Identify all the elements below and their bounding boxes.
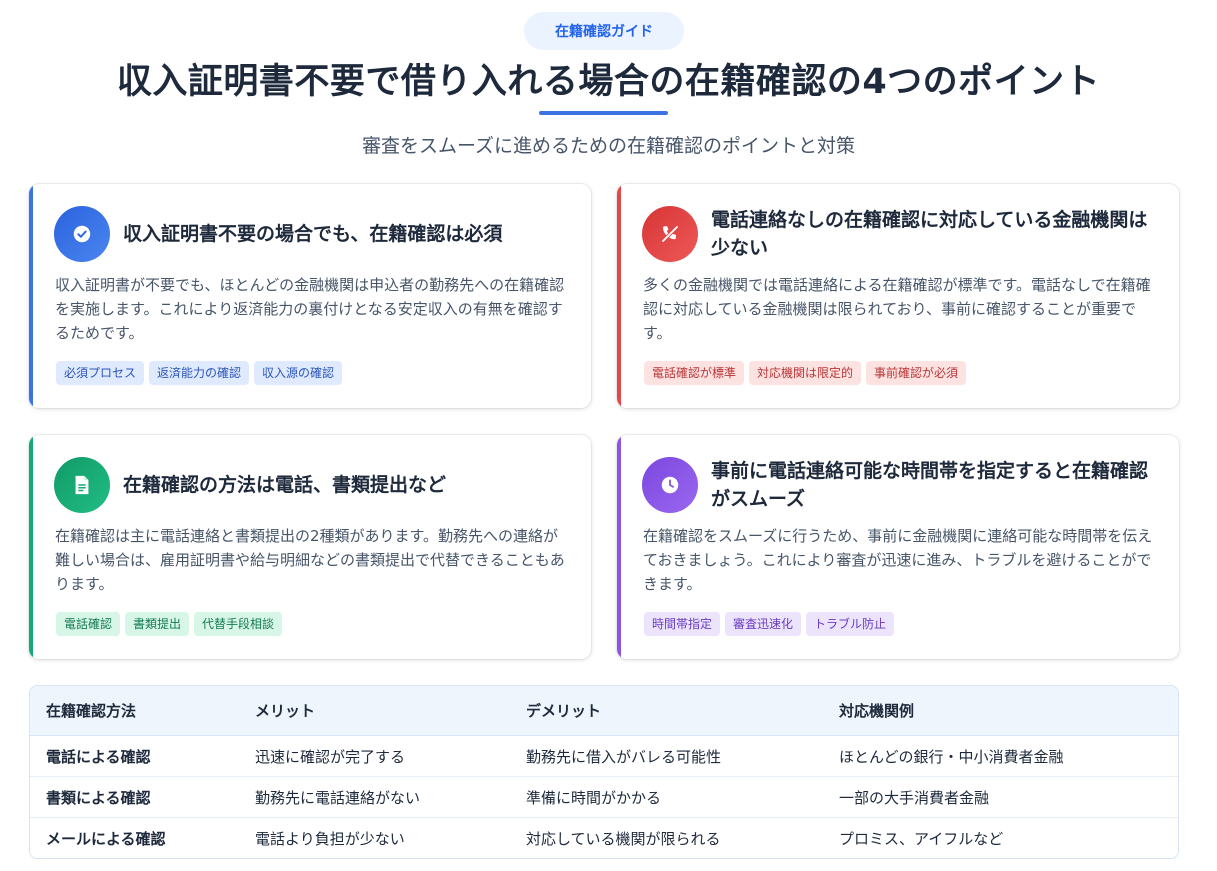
card-title: 在籍確認の方法は電話、書類提出など — [123, 474, 447, 496]
page-subtitle: 審査をスムーズに進めるための在籍確認のポイントと対策 — [361, 135, 856, 157]
card-description: 在籍確認は主に電話連絡と書類提出の2種類があります。勤務先への連絡が難しい場合は… — [55, 527, 565, 593]
table-cell: 勤務先に電話連絡がない — [239, 776, 510, 818]
card-title: 電話連絡なしの在籍確認に対応している金融機関は少ない — [711, 209, 1148, 259]
point-card-3: 在籍確認の方法は電話、書類提出など 在籍確認は主に電話連絡と書類提出の2種類があ… — [29, 435, 591, 659]
tag: 電話確認 — [56, 612, 121, 636]
tag: 返済能力の確認 — [149, 361, 250, 385]
comparison-table: 在籍確認方法 メリット デメリット 対応機関例 電話による確認 迅速に確認が完了… — [29, 685, 1179, 859]
point-card-4: 事前に電話連絡可能な時間帯を指定すると在籍確認がスムーズ 在籍確認をスムーズに行… — [617, 435, 1179, 659]
guide-badge: 在籍確認ガイド — [524, 12, 684, 50]
document-icon — [54, 457, 110, 513]
point-card-2: 電話連絡なしの在籍確認に対応している金融機関は少ない 多くの金融機関では電話連絡… — [617, 184, 1179, 408]
tag: 必須プロセス — [56, 361, 145, 385]
table-cell-method: 書類による確認 — [30, 776, 239, 818]
table-header-row: 在籍確認方法 メリット デメリット 対応機関例 — [30, 686, 1178, 736]
table-row: 電話による確認 迅速に確認が完了する 勤務先に借入がバレる可能性 ほとんどの銀行… — [30, 735, 1178, 777]
tag: トラブル防止 — [806, 612, 895, 636]
table-row: 書類による確認 勤務先に電話連絡がない 準備に時間がかかる 一部の大手消費者金融 — [30, 776, 1178, 818]
table-cell: 迅速に確認が完了する — [239, 735, 510, 777]
tag-list: 電話確認 書類提出 代替手段相談 — [56, 612, 283, 636]
card-description: 在籍確認をスムーズに行うため、事前に金融機関に連絡可能な時間帯を伝えておきましょ… — [643, 527, 1153, 593]
table-cell: 勤務先に借入がバレる可能性 — [510, 735, 823, 777]
tag: 収入源の確認 — [254, 361, 343, 385]
title-underline — [539, 111, 668, 115]
page-title: 収入証明書不要で借り入れる場合の在籍確認の4つのポイント — [116, 62, 1101, 102]
phone-off-icon — [642, 206, 698, 262]
table-cell: 電話より負担が少ない — [255, 829, 405, 848]
column-header-demerit: デメリット — [510, 686, 823, 736]
tag: 書類提出 — [125, 612, 190, 636]
table-row: メールによる確認 電話より負担が少ない 対応している機関が限られる プロミス、ア… — [30, 818, 1178, 859]
table-cell-method: メールによる確認 — [46, 829, 166, 848]
card-title: 収入証明書不要の場合でも、在籍確認は必須 — [123, 223, 503, 245]
tag: 対応機関は限定的 — [749, 361, 862, 385]
column-header-institutions: 対応機関例 — [823, 686, 1178, 736]
table-cell: ほとんどの銀行・中小消費者金融 — [823, 735, 1178, 777]
table-cell: 一部の大手消費者金融 — [823, 776, 1178, 818]
tag: 審査迅速化 — [725, 612, 802, 636]
tag: 代替手段相談 — [194, 612, 283, 636]
card-title: 事前に電話連絡可能な時間帯を指定すると在籍確認がスムーズ — [711, 460, 1149, 510]
tag: 時間帯指定 — [644, 612, 721, 636]
card-description: 多くの金融機関では電話連絡による在籍確認が標準です。電話なしで在籍確認に対応して… — [643, 276, 1151, 342]
tag-list: 必須プロセス 返済能力の確認 収入源の確認 — [56, 361, 343, 385]
tag: 事前確認が必須 — [866, 361, 967, 385]
card-description: 収入証明書が不要でも、ほとんどの金融機関は申込者の勤務先への在籍確認を実施します… — [55, 276, 565, 342]
column-header-method: 在籍確認方法 — [30, 686, 239, 736]
check-circle-icon — [54, 206, 110, 262]
column-header-merit: メリット — [239, 686, 510, 736]
tag-list: 電話確認が標準 対応機関は限定的 事前確認が必須 — [644, 361, 967, 385]
table-cell: プロミス、アイフルなど — [839, 829, 1004, 848]
tag: 電話確認が標準 — [644, 361, 745, 385]
table-cell-method: 電話による確認 — [30, 735, 239, 777]
clock-icon — [642, 457, 698, 513]
point-card-1: 収入証明書不要の場合でも、在籍確認は必須 収入証明書が不要でも、ほとんどの金融機… — [29, 184, 591, 408]
table-cell: 準備に時間がかかる — [510, 776, 823, 818]
tag-list: 時間帯指定 審査迅速化 トラブル防止 — [644, 612, 895, 636]
table-cell: 対応している機関が限られる — [526, 829, 721, 848]
